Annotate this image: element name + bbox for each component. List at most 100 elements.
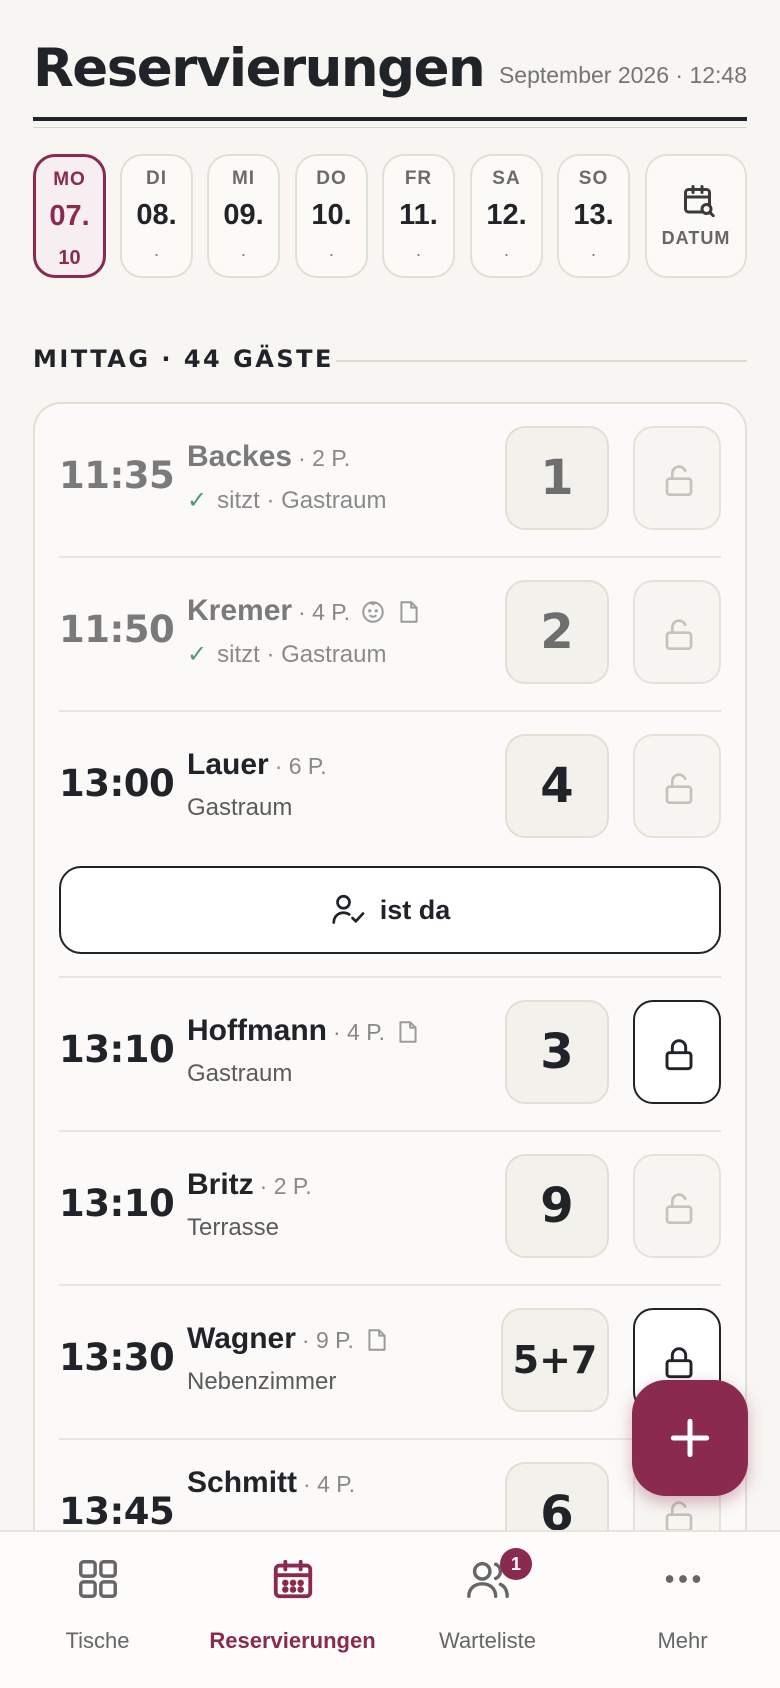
day-date: 11. [399, 199, 438, 231]
lock-button[interactable] [633, 426, 721, 530]
tab-label: Reservierungen [209, 1628, 376, 1653]
reservation-time: 13:10 [59, 1182, 175, 1225]
table-button[interactable]: 3 [505, 1000, 609, 1104]
day-mi[interactable]: MI 09. · [207, 154, 280, 278]
date-picker-label: DATUM [661, 228, 731, 248]
arrived-button[interactable]: ist da [59, 866, 721, 954]
reservation-area: Gastraum [187, 794, 293, 821]
day-fr[interactable]: FR 11. · [382, 154, 455, 278]
guest-name-text: Hoffmann [187, 1014, 327, 1047]
unlock-icon [665, 619, 693, 650]
lock-button[interactable] [633, 1000, 721, 1104]
table-button[interactable]: 4 [505, 734, 609, 838]
unlock-icon [665, 465, 693, 496]
day-reservation-count: · [240, 244, 247, 264]
table-button[interactable]: 1 [505, 426, 609, 530]
guest-name: Kremer · 4 P. [187, 594, 422, 628]
reservation-list: 11:35 Backes · 2 P. ✓ sitzt · Gastraum 1 1… [33, 402, 747, 1688]
reservation-time: 13:00 [59, 762, 175, 805]
plus-icon [670, 1418, 710, 1458]
section-title: MITTAG · 44 GÄSTE [33, 345, 334, 373]
reservation-time: 13:10 [59, 1028, 175, 1071]
party-size: · 4 P. [298, 599, 351, 625]
note-icon [368, 1329, 386, 1351]
check-icon: ✓ [187, 487, 208, 514]
child-icon [362, 601, 384, 623]
guest-name-text: Wagner [187, 1322, 296, 1355]
day-weekday: DI [146, 168, 167, 189]
day-reservation-count: · [415, 244, 422, 264]
lock-button[interactable] [633, 1154, 721, 1258]
party-size: · 2 P. [259, 1173, 312, 1199]
day-weekday: MO [53, 169, 86, 190]
day-mo[interactable]: MO 07. 10 [33, 154, 106, 278]
lock-button[interactable] [633, 580, 721, 684]
reservation-time: 13:30 [59, 1336, 175, 1379]
tab-reservierungen[interactable]: Reservierungen [195, 1532, 390, 1688]
guest-name-text: Backes [187, 440, 293, 473]
lock-button[interactable] [633, 734, 721, 838]
day-reservation-count: · [328, 244, 335, 264]
reservation-area: Terrasse [187, 1214, 280, 1241]
party-size: · 6 P. [274, 753, 327, 779]
unlock-icon [665, 1193, 693, 1224]
day-reservation-count: · [590, 244, 597, 264]
header: Reservierungen September 2026 · 12:48 [33, 0, 747, 130]
add-reservation-button[interactable] [632, 1380, 748, 1496]
waitlist-badge: 1 [500, 1548, 532, 1580]
day-di[interactable]: DI 08. · [120, 154, 193, 278]
guest-name: Wagner · 9 P. [187, 1322, 390, 1356]
day-date: 09. [223, 199, 264, 231]
day-date: 13. [573, 199, 614, 231]
reservation-area: Gastraum [187, 1060, 293, 1087]
day-date: 12. [486, 199, 527, 231]
tab-tische[interactable]: Tische [0, 1532, 195, 1688]
reservation-row[interactable]: 13:00 Lauer · 6 P. Gastraum 4 ist da [59, 712, 721, 978]
reservation-status: ✓ sitzt · Gastraum [187, 640, 386, 669]
tab-warteliste[interactable]: 1 Warteliste [390, 1532, 585, 1688]
day-weekday: MI [231, 168, 256, 189]
guest-name-text: Britz [187, 1168, 254, 1201]
day-reservation-count: · [153, 244, 160, 264]
table-button[interactable]: 9 [505, 1154, 609, 1258]
grid-icon [79, 1560, 117, 1598]
page-title: Reservierungen [33, 38, 486, 99]
header-date-time: September 2026 · 12:48 [498, 62, 747, 88]
lock-icon [665, 1039, 693, 1071]
tab-label: Tische [65, 1628, 130, 1653]
guest-name-text: Schmitt [187, 1466, 298, 1499]
party-size: · 2 P. [298, 445, 351, 471]
reservation-time: 11:50 [59, 608, 175, 651]
party-size: · 9 P. [301, 1327, 354, 1353]
reservation-row[interactable]: 11:35 Backes · 2 P. ✓ sitzt · Gastraum 1 [59, 424, 721, 558]
guest-name-text: Kremer [187, 594, 293, 627]
day-do[interactable]: DO 10. · [295, 154, 368, 278]
day-date: 07. [49, 200, 90, 232]
check-icon: ✓ [187, 641, 208, 668]
status-text: sitzt · Gastraum [217, 487, 387, 514]
day-weekday: SA [492, 168, 521, 189]
reservation-time: 11:35 [59, 454, 175, 497]
note-icon [399, 1021, 417, 1043]
date-picker-button[interactable]: DATUM [645, 154, 747, 278]
table-button[interactable]: 2 [505, 580, 609, 684]
day-weekday: DO [316, 168, 347, 189]
table-button[interactable]: 5+7 [501, 1308, 609, 1412]
header-divider [33, 117, 747, 121]
tab-mehr[interactable]: Mehr [585, 1532, 780, 1688]
guest-name: Backes · 2 P. [187, 440, 350, 474]
reservation-row[interactable]: 13:30 Wagner · 9 P. Nebenzimmer 5+7 [59, 1286, 721, 1440]
lock-icon [665, 1347, 693, 1379]
day-sa[interactable]: SA 12. · [470, 154, 543, 278]
guest-name: Lauer · 6 P. [187, 748, 327, 782]
reservation-row[interactable]: 13:10 Hoffmann · 4 P. Gastraum 3 [59, 978, 721, 1132]
day-so[interactable]: SO 13. · [557, 154, 630, 278]
unlock-icon [665, 773, 693, 804]
user-check-icon [332, 894, 365, 924]
guest-name-text: Lauer [187, 748, 269, 781]
reservation-row[interactable]: 11:50 Kremer · 4 P. ✓ sitzt · Gastraum 2 [59, 558, 721, 712]
reservation-row[interactable]: 13:10 Britz · 2 P. Terrasse 9 [59, 1132, 721, 1286]
tab-label: Mehr [657, 1628, 708, 1653]
guest-name: Britz · 2 P. [187, 1168, 312, 1202]
party-size: · 4 P. [303, 1471, 356, 1497]
